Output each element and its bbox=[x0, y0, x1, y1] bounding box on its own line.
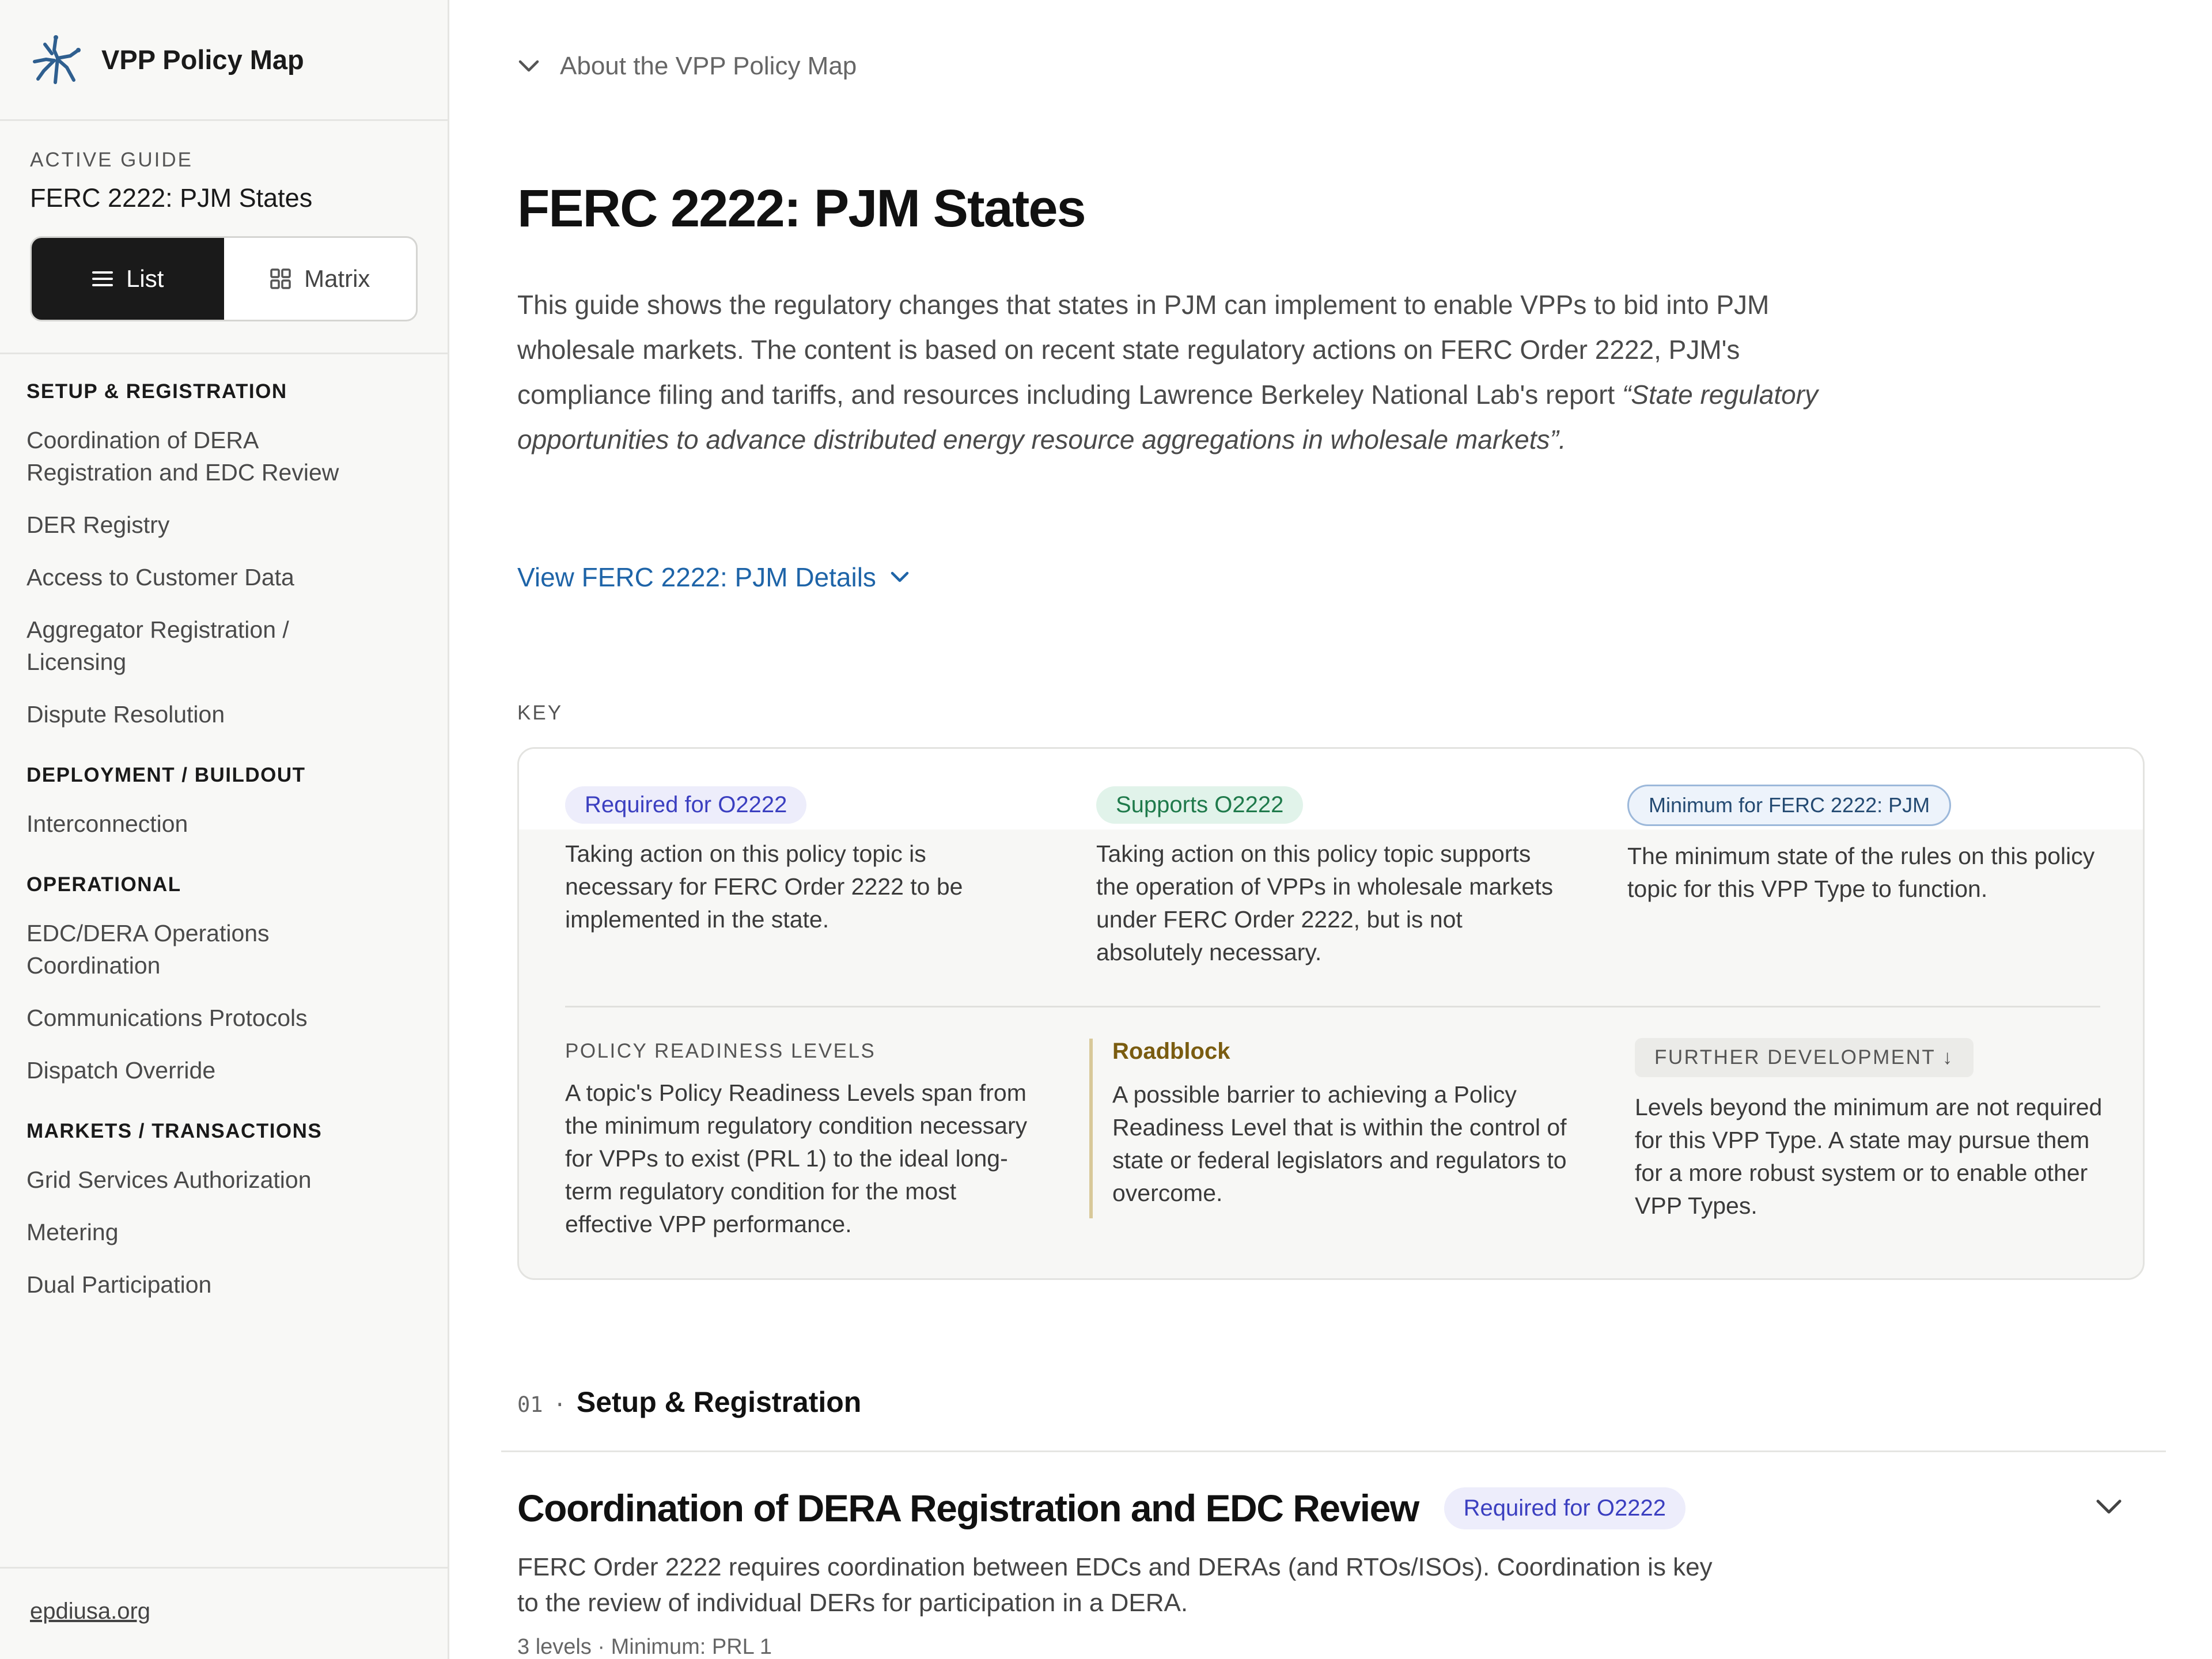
topic-expand-toggle[interactable] bbox=[2094, 1498, 2123, 1519]
active-guide-caption: ACTIVE GUIDE bbox=[30, 149, 193, 171]
required-badge: Required for O2222 bbox=[565, 786, 807, 824]
nav-section-title: DEPLOYMENT / BUILDOUT bbox=[26, 764, 306, 786]
key-required: Required for O2222 Taking action on this… bbox=[565, 786, 1026, 936]
intro-paragraph: This guide shows the regulatory changes … bbox=[517, 282, 1836, 462]
brand-header[interactable]: VPP Policy Map bbox=[0, 0, 448, 121]
list-view-label: List bbox=[126, 265, 164, 292]
further-development-description: Levels beyond the minimum are not requir… bbox=[1635, 1094, 2103, 1219]
matrix-view-label: Matrix bbox=[304, 265, 370, 292]
key-roadblock: Roadblock A possible barrier to achievin… bbox=[1112, 1039, 1602, 1210]
topic-title: Coordination of DERA Registration and ED… bbox=[517, 1487, 1419, 1529]
intro-text: This guide shows the regulatory changes … bbox=[517, 290, 1770, 410]
topic-meta: 3 levels · Minimum: PRL 1 bbox=[517, 1635, 772, 1659]
brand-title: VPP Policy Map bbox=[101, 44, 304, 75]
section-divider bbox=[501, 1450, 2166, 1452]
section-title: Setup & Registration bbox=[576, 1386, 862, 1418]
roadblock-title: Roadblock bbox=[1112, 1039, 1230, 1064]
topic-description: FERC Order 2222 requires coordination be… bbox=[517, 1553, 1713, 1617]
nav-item-aggregator-registration[interactable]: Aggregator Registration / Licensing bbox=[26, 613, 384, 678]
nav-item-dispute-resolution[interactable]: Dispute Resolution bbox=[26, 698, 384, 730]
section-number: 01 bbox=[517, 1392, 543, 1417]
sidebar: VPP Policy Map ACTIVE GUIDE FERC 2222: P… bbox=[0, 0, 449, 1659]
supports-description: Taking action on this policy topic suppo… bbox=[1096, 840, 1554, 965]
view-details-link[interactable]: View FERC 2222: PJM Details bbox=[517, 562, 910, 593]
topic-header[interactable]: Coordination of DERA Registration and ED… bbox=[517, 1486, 1685, 1530]
further-development-badge: FURTHER DEVELOPMENT ↓ bbox=[1635, 1038, 1974, 1077]
key-divider bbox=[565, 1006, 2100, 1007]
key-legend-card: Required for O2222 Taking action on this… bbox=[517, 747, 2145, 1280]
section-separator: · bbox=[553, 1392, 566, 1417]
about-toggle[interactable]: About the VPP Policy Map bbox=[517, 52, 857, 81]
nav-item-dual-participation[interactable]: Dual Participation bbox=[26, 1268, 384, 1301]
prl-description: A topic's Policy Readiness Levels span f… bbox=[565, 1080, 1028, 1237]
topic-required-badge: Required for O2222 bbox=[1444, 1487, 1685, 1529]
active-guide-panel: ACTIVE GUIDE FERC 2222: PJM States List … bbox=[0, 121, 448, 354]
minimum-badge: Minimum for FERC 2222: PJM bbox=[1627, 785, 1952, 826]
nav-item-metering[interactable]: Metering bbox=[26, 1216, 384, 1248]
minimum-description: The minimum state of the rules on this p… bbox=[1627, 843, 2095, 902]
nav-item-operations-coordination[interactable]: EDC/DERA Operations Coordination bbox=[26, 917, 384, 982]
nav-item-dispatch-override[interactable]: Dispatch Override bbox=[26, 1054, 384, 1086]
nav-item-communications-protocols[interactable]: Communications Protocols bbox=[26, 1002, 384, 1034]
chevron-down-icon bbox=[891, 571, 909, 582]
nav-item-customer-data[interactable]: Access to Customer Data bbox=[26, 561, 384, 593]
list-icon bbox=[92, 271, 113, 286]
section-heading: 01 · Setup & Registration bbox=[517, 1385, 861, 1419]
nav-section-title: SETUP & REGISTRATION bbox=[26, 380, 287, 403]
key-prl: POLICY READINESS LEVELS A topic's Policy… bbox=[565, 1040, 1049, 1241]
matrix-view-button[interactable]: Matrix bbox=[224, 238, 416, 320]
key-further-development: FURTHER DEVELOPMENT ↓ Levels beyond the … bbox=[1635, 1038, 2119, 1222]
page-title: FERC 2222: PJM States bbox=[517, 179, 1086, 238]
view-details-label: View FERC 2222: PJM Details bbox=[517, 562, 876, 592]
prl-caption: POLICY READINESS LEVELS bbox=[565, 1040, 876, 1062]
key-caption: KEY bbox=[517, 702, 563, 724]
active-guide-name: FERC 2222: PJM States bbox=[30, 183, 313, 213]
grid-icon bbox=[270, 268, 291, 289]
supports-badge: Supports O2222 bbox=[1096, 786, 1304, 824]
topic-nav: SETUP & REGISTRATION Coordination of DER… bbox=[0, 354, 448, 1301]
view-toggle: List Matrix bbox=[30, 236, 418, 321]
chevron-down-icon bbox=[2096, 1499, 2122, 1514]
key-supports: Supports O2222 Taking action on this pol… bbox=[1096, 786, 1557, 969]
nav-section-title: MARKETS / TRANSACTIONS bbox=[26, 1120, 323, 1142]
roadblock-accent-bar bbox=[1089, 1039, 1093, 1218]
sidebar-footer: epdiusa.org bbox=[0, 1567, 448, 1659]
nav-item-interconnection[interactable]: Interconnection bbox=[26, 808, 384, 840]
nav-item-der-registry[interactable]: DER Registry bbox=[26, 509, 384, 541]
nav-item-grid-services[interactable]: Grid Services Authorization bbox=[26, 1164, 384, 1196]
chevron-down-icon bbox=[518, 60, 539, 72]
list-view-button[interactable]: List bbox=[32, 238, 224, 320]
nav-item-coordination[interactable]: Coordination of DERA Registration and ED… bbox=[26, 424, 384, 488]
required-description: Taking action on this policy topic is ne… bbox=[565, 840, 963, 933]
spark-logo-icon bbox=[33, 35, 81, 84]
about-label: About the VPP Policy Map bbox=[560, 52, 857, 80]
nav-section-title: OPERATIONAL bbox=[26, 873, 181, 896]
footer-link[interactable]: epdiusa.org bbox=[30, 1599, 150, 1624]
key-minimum: Minimum for FERC 2222: PJM The minimum s… bbox=[1627, 785, 2117, 906]
roadblock-description: A possible barrier to achieving a Policy… bbox=[1112, 1081, 1567, 1206]
